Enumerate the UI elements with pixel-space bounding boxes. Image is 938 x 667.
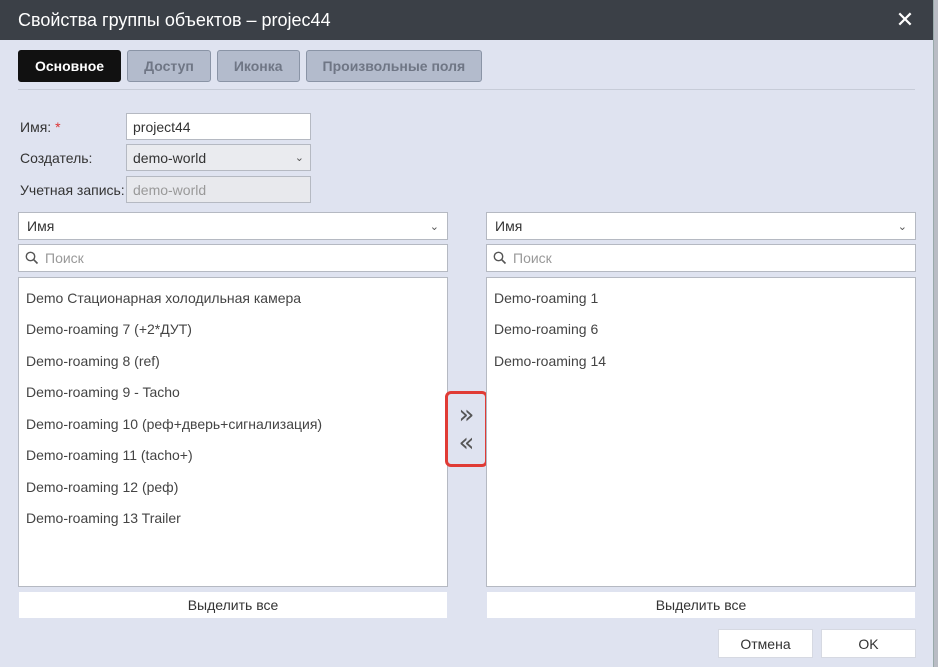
creator-row: Создатель: demo-world ⌄ bbox=[20, 144, 311, 171]
list-item[interactable]: Demo-roaming 8 (ref) bbox=[19, 345, 447, 377]
tab-custom-fields[interactable]: Произвольные поля bbox=[305, 50, 483, 82]
list-item[interactable]: Demo-roaming 14 bbox=[487, 345, 915, 377]
list-item[interactable]: Demo-roaming 7 (+2*ДУТ) bbox=[19, 314, 447, 346]
left-search-box bbox=[18, 244, 448, 272]
list-item[interactable]: Demo-roaming 12 (реф) bbox=[19, 471, 447, 503]
tab-access[interactable]: Доступ bbox=[127, 50, 211, 82]
left-select-all-button[interactable]: Выделить все bbox=[18, 591, 448, 619]
name-label-text: Имя: bbox=[20, 118, 52, 135]
list-item[interactable]: Demo-roaming 6 bbox=[487, 314, 915, 346]
right-select-all-button[interactable]: Выделить все bbox=[486, 591, 916, 619]
list-item[interactable]: Demo-roaming 9 - Tacho bbox=[19, 377, 447, 409]
ok-button[interactable]: OK bbox=[821, 629, 916, 658]
tab-icon[interactable]: Иконка bbox=[216, 50, 300, 82]
right-sort-label: Имя bbox=[495, 218, 523, 234]
list-item[interactable]: Demo-roaming 11 (tacho+) bbox=[19, 440, 447, 472]
chevron-down-icon: ⌄ bbox=[294, 152, 304, 164]
list-item[interactable]: Demo-roaming 10 (реф+дверь+сигнализация) bbox=[19, 408, 447, 440]
left-search-input[interactable] bbox=[45, 250, 425, 266]
cancel-button[interactable]: Отмена bbox=[718, 629, 813, 658]
move-left-icon[interactable]: « bbox=[459, 430, 475, 456]
transfer-buttons: » « bbox=[445, 391, 488, 467]
move-right-icon[interactable]: » bbox=[459, 402, 475, 428]
name-label: Имя: * bbox=[20, 119, 126, 135]
creator-label: Создатель: bbox=[20, 149, 93, 166]
tab-bar: Основное Доступ Иконка Произвольные поля bbox=[18, 50, 483, 82]
close-icon[interactable]: ✕ bbox=[895, 9, 915, 31]
account-label: Учетная запись: bbox=[20, 181, 125, 198]
creator-value: demo-world bbox=[133, 149, 207, 166]
left-sort-label: Имя bbox=[27, 218, 55, 234]
list-item[interactable]: Demo-roaming 13 Trailer bbox=[19, 503, 447, 535]
properties-dialog: Свойства группы объектов – projec44 ✕ Ос… bbox=[0, 0, 934, 667]
account-row: Учетная запись: demo-world bbox=[20, 176, 311, 203]
name-input[interactable]: project44 bbox=[126, 113, 311, 140]
group-objects-panel: Имя ⌄ Demo-roaming 1 Demo-roaming 6 Demo… bbox=[486, 212, 916, 619]
list-item[interactable]: Demo-roaming 1 bbox=[487, 282, 915, 314]
available-objects-panel: Имя ⌄ Demo Стационарная холодильная каме… bbox=[18, 212, 448, 619]
list-item[interactable]: Demo Стационарная холодильная камера bbox=[19, 282, 447, 314]
chevron-down-icon: ⌄ bbox=[897, 220, 907, 233]
required-marker: * bbox=[55, 118, 61, 135]
search-icon bbox=[493, 251, 507, 265]
group-objects-list: Demo-roaming 1 Demo-roaming 6 Demo-roami… bbox=[486, 277, 916, 587]
creator-select[interactable]: demo-world ⌄ bbox=[126, 144, 311, 171]
chevron-down-icon: ⌄ bbox=[429, 220, 439, 233]
dialog-titlebar: Свойства группы объектов – projec44 ✕ bbox=[0, 0, 933, 40]
right-sort-dropdown[interactable]: Имя ⌄ bbox=[486, 212, 916, 240]
left-sort-dropdown[interactable]: Имя ⌄ bbox=[18, 212, 448, 240]
available-objects-list: Demo Стационарная холодильная камера Dem… bbox=[18, 277, 448, 587]
account-field: demo-world bbox=[126, 176, 311, 203]
right-search-input[interactable] bbox=[513, 250, 893, 266]
tabs-divider bbox=[18, 89, 915, 90]
search-icon bbox=[25, 251, 39, 265]
dialog-title: Свойства группы объектов – projec44 bbox=[18, 9, 331, 30]
right-search-box bbox=[486, 244, 916, 272]
name-row: Имя: * project44 bbox=[20, 113, 311, 140]
tab-general[interactable]: Основное bbox=[18, 50, 122, 82]
